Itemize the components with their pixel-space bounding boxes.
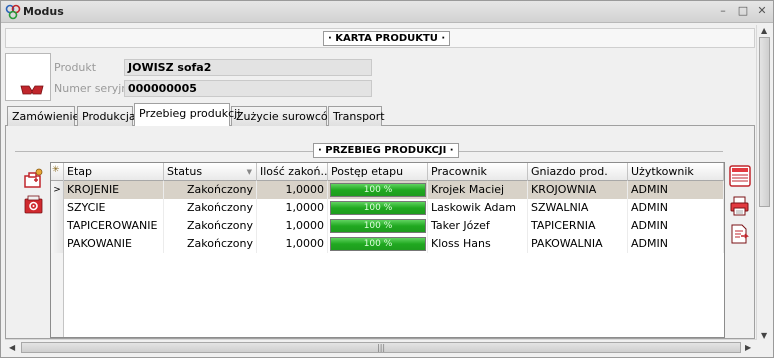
sofa-icon (20, 85, 44, 95)
export-button[interactable] (729, 223, 751, 245)
serial-label: Numer seryjny (54, 82, 135, 95)
cell-etap: TAPICEROWANIE (64, 217, 164, 235)
grid-header: ✳ Etap Status ▼ Ilość zakoń... Postęp et… (51, 163, 724, 181)
cell-gniazdo: TAPICERNIA (528, 217, 628, 235)
column-header-status-label: Status (167, 165, 203, 178)
cell-ilosc: 1,0000 (257, 217, 328, 235)
vertical-scroll-thumb[interactable] (759, 37, 770, 207)
add-operator-button[interactable] (23, 167, 45, 189)
cell-status: Zakończony (164, 199, 257, 217)
row-indicator-column (51, 253, 64, 337)
table-row[interactable]: > KROJENIE Zakończony 1,0000 100 % Kroje… (51, 181, 724, 199)
cell-status: Zakończony (164, 235, 257, 253)
close-button[interactable]: ✕ (755, 4, 769, 18)
scroll-up-icon[interactable]: ▲ (761, 26, 767, 35)
table-row[interactable]: SZYCIE Zakończony 1,0000 100 % Laskowik … (51, 199, 724, 217)
horizontal-scrollbar[interactable]: ◀ ||| ▶ (5, 339, 757, 355)
progress-bar: 100 % (330, 201, 426, 215)
row-indicator[interactable] (51, 235, 64, 253)
serial-field: 000000005 (124, 80, 372, 97)
scroll-right-icon[interactable]: ▶ (745, 343, 751, 352)
column-header-pracownik[interactable]: Pracownik (428, 163, 528, 181)
product-field: JOWISZ sofa2 (124, 59, 372, 76)
cell-pracownik: Taker Józef (428, 217, 528, 235)
cell-status: Zakończony (164, 181, 257, 199)
print-icon (730, 196, 749, 216)
cell-status: Zakończony (164, 217, 257, 235)
product-photo (5, 53, 51, 101)
cell-gniazdo: PAKOWALNIA (528, 235, 628, 253)
cell-pracownik: Laskowik Adam (428, 199, 528, 217)
tab-zamowienie[interactable]: Zamówienie (7, 106, 79, 126)
cell-etap: SZYCIE (64, 199, 164, 217)
sort-arrow-icon: ▼ (246, 168, 252, 176)
column-header-gniazdo[interactable]: Gniazdo prod. (528, 163, 628, 181)
document-export-icon (731, 224, 749, 244)
cell-uzytkownik: ADMIN (628, 217, 724, 235)
cell-gniazdo: KROJOWNIA (528, 181, 628, 199)
cell-uzytkownik: ADMIN (628, 181, 724, 199)
vertical-scrollbar[interactable]: ▲ ▼ (756, 25, 772, 345)
column-header-etap[interactable]: Etap (64, 163, 164, 181)
cell-etap: PAKOWANIE (64, 235, 164, 253)
window-title: Modus (23, 5, 64, 18)
row-indicator[interactable] (51, 199, 64, 217)
cell-ilosc: 1,0000 (257, 181, 328, 199)
table-view-icon (729, 165, 751, 187)
cell-postep: 100 % (328, 217, 428, 235)
tab-zuzycie-surowcow[interactable]: Zużycie surowców (231, 106, 337, 126)
cell-postep: 100 % (328, 199, 428, 217)
tab-przebieg-produkcji[interactable]: Przebieg produkcji (134, 103, 240, 126)
cell-pracownik: Krojek Maciej (428, 181, 528, 199)
cell-etap: KROJENIE (64, 181, 164, 199)
progress-bar: 100 % (330, 237, 426, 251)
section-title: · PRZEBIEG PRODUKCJI · (313, 143, 459, 158)
row-selected-indicator[interactable]: > (51, 181, 64, 199)
gear-icon (24, 195, 43, 214)
cell-ilosc: 1,0000 (257, 199, 328, 217)
column-header-status[interactable]: Status ▼ (164, 163, 257, 181)
tab-produkcja[interactable]: Produkcja (77, 106, 136, 126)
cell-postep: 100 % (328, 181, 428, 199)
app-window: Modus – □ ✕ · KARTA PRODUKTU · ▲ ▼ Produ… (0, 0, 774, 358)
cell-pracownik: Kloss Hans (428, 235, 528, 253)
table-row[interactable]: PAKOWANIE Zakończony 1,0000 100 % Kloss … (51, 235, 724, 253)
cell-postep: 100 % (328, 235, 428, 253)
column-header-uzytkownik[interactable]: Użytkownik (628, 163, 724, 181)
user-add-icon (24, 168, 43, 188)
grid-corner[interactable]: ✳ (51, 163, 64, 181)
cell-uzytkownik: ADMIN (628, 199, 724, 217)
production-grid[interactable]: ✳ Etap Status ▼ Ilość zakoń... Postęp et… (50, 162, 725, 338)
column-header-postep[interactable]: Postęp etapu (328, 163, 428, 181)
column-header-ilosc[interactable]: Ilość zakoń... (257, 163, 328, 181)
row-indicator[interactable] (51, 217, 64, 235)
progress-bar: 100 % (330, 219, 426, 233)
title-bar: Modus – □ ✕ (1, 1, 773, 23)
table-row[interactable]: TAPICEROWANIE Zakończony 1,0000 100 % Ta… (51, 217, 724, 235)
modus-logo-icon (5, 4, 21, 20)
tab-transport[interactable]: Transport (328, 106, 385, 126)
page-title: · KARTA PRODUKTU · (323, 31, 451, 46)
cell-gniazdo: SZWALNIA (528, 199, 628, 217)
cell-uzytkownik: ADMIN (628, 235, 724, 253)
grid-view-button[interactable] (729, 165, 751, 187)
progress-bar: 100 % (330, 183, 426, 197)
restore-button[interactable]: □ (736, 4, 750, 18)
scroll-left-icon[interactable]: ◀ (9, 343, 15, 352)
product-label: Produkt (54, 61, 97, 74)
horizontal-scroll-thumb[interactable]: ||| (21, 342, 741, 353)
print-button[interactable] (729, 195, 751, 217)
scroll-grip-icon: ||| (377, 343, 386, 352)
settings-button[interactable] (23, 193, 45, 215)
minimize-button[interactable]: – (716, 4, 730, 18)
scroll-down-icon[interactable]: ▼ (761, 331, 767, 340)
cell-ilosc: 1,0000 (257, 235, 328, 253)
